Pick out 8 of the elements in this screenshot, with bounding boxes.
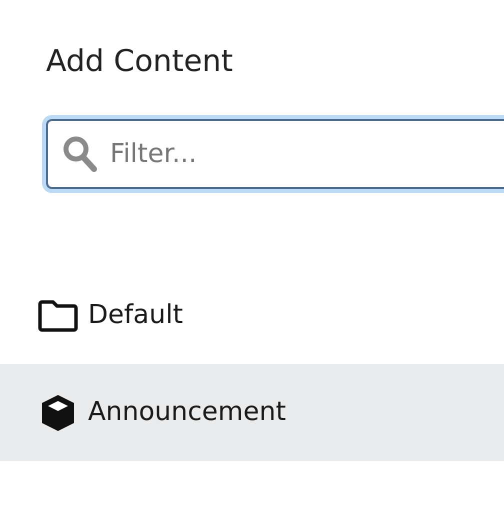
content-type-item[interactable]: Default [0,267,504,364]
panel-title: Add Content [46,44,234,80]
filter-field[interactable]: Filter... [46,119,504,189]
item-label: Announcement [88,396,286,429]
folder-icon [38,300,78,332]
content-type-item[interactable]: Announcement [0,364,504,461]
search-icon [62,135,98,173]
item-label: Default [88,299,183,332]
